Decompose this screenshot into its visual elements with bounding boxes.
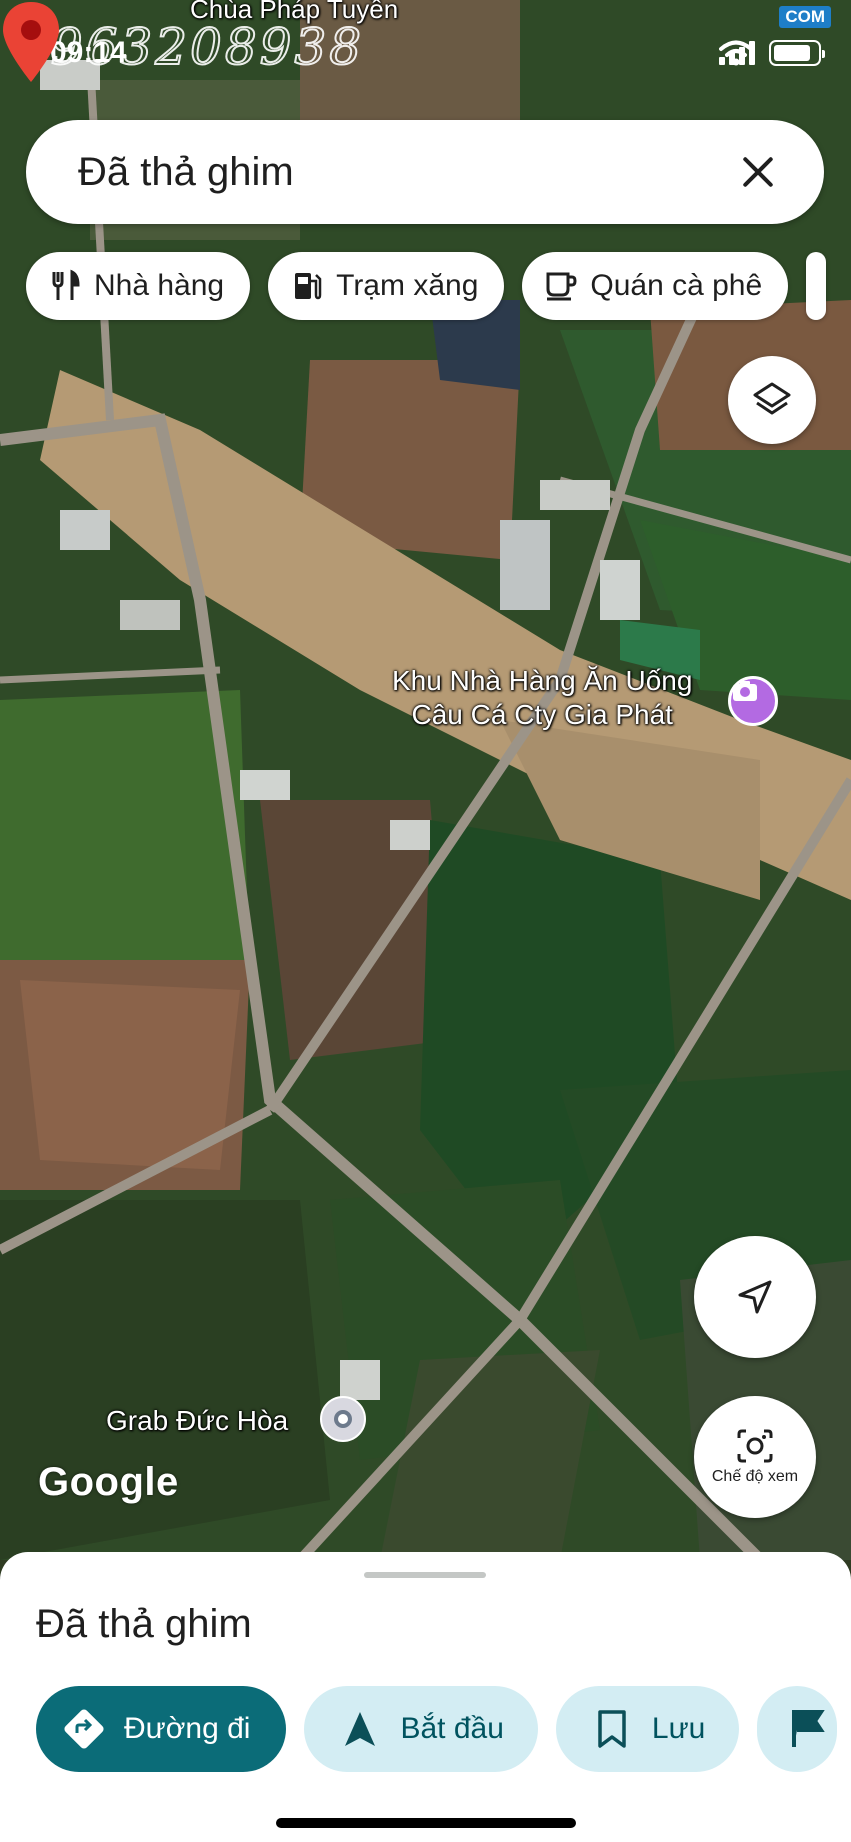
chip-gas-stations[interactable]: Trạm xăng (268, 252, 505, 320)
close-icon[interactable] (736, 150, 780, 194)
lens-view-button[interactable]: Chế độ xem (694, 1396, 816, 1518)
coffee-icon (546, 272, 577, 301)
battery-icon (769, 40, 825, 66)
directions-label: Đường đi (124, 1712, 251, 1745)
map-label-grab[interactable]: Grab Đức Hòa (106, 1404, 288, 1438)
drag-handle[interactable] (364, 1572, 486, 1578)
restaurant-icon (52, 269, 80, 300)
layers-icon (753, 382, 791, 415)
gas-station-icon (295, 273, 322, 300)
chip-label: Nhà hàng (94, 269, 225, 302)
my-location-button[interactable] (694, 1236, 816, 1358)
map-label-top-poi[interactable]: Chùa Pháp Tuyền (190, 0, 398, 26)
search-bar[interactable]: Đã thả ghim (26, 120, 824, 224)
map-label-restaurant[interactable]: Khu Nhà Hàng Ăn Uống Câu Cá Cty Gia Phát (392, 664, 692, 732)
chip-coffee[interactable]: Quán cà phê (522, 252, 789, 320)
google-logo: Google (38, 1460, 179, 1504)
save-button[interactable]: Lưu (555, 1686, 740, 1772)
camera-icon (733, 681, 757, 701)
place-title: Đã thả ghim (36, 1602, 252, 1646)
start-button[interactable]: Bắt đầu (304, 1686, 538, 1772)
dropped-pin-icon[interactable] (0, 0, 62, 84)
navigation-arrow-icon (738, 1280, 772, 1314)
home-indicator[interactable] (276, 1818, 576, 1828)
search-query[interactable]: Đã thả ghim (78, 150, 736, 195)
directions-icon (64, 1709, 104, 1749)
navigation-icon (345, 1712, 376, 1746)
chip-more[interactable] (806, 252, 827, 320)
save-label: Lưu (651, 1712, 706, 1745)
action-buttons: Đường đi Bắt đầu Lưu (36, 1686, 838, 1772)
label-button[interactable] (757, 1686, 838, 1772)
start-label: Bắt đầu (400, 1712, 504, 1745)
site-logo: COM (779, 6, 831, 28)
category-chips: Nhà hàng Trạm xăng Quán cà phê (26, 252, 827, 320)
lens-view-label: Chế độ xem (711, 1468, 799, 1485)
chip-label: Quán cà phê (590, 269, 763, 302)
chip-label: Trạm xăng (336, 269, 479, 302)
flag-icon (792, 1710, 826, 1747)
restaurant-poi-marker[interactable] (728, 676, 778, 726)
wifi-icon (719, 40, 753, 66)
grab-poi-marker[interactable] (320, 1396, 366, 1442)
layers-button[interactable] (728, 356, 816, 444)
status-icons (719, 40, 825, 66)
battery-level (774, 45, 810, 61)
camera-lens-icon (737, 1429, 773, 1463)
chip-restaurants[interactable]: Nhà hàng (26, 252, 251, 320)
directions-button[interactable]: Đường đi (36, 1686, 287, 1772)
bookmark-icon (598, 1710, 626, 1748)
bottom-sheet[interactable]: Đã thả ghim Đường đi Bắt đầu Lưu (0, 1552, 851, 1842)
